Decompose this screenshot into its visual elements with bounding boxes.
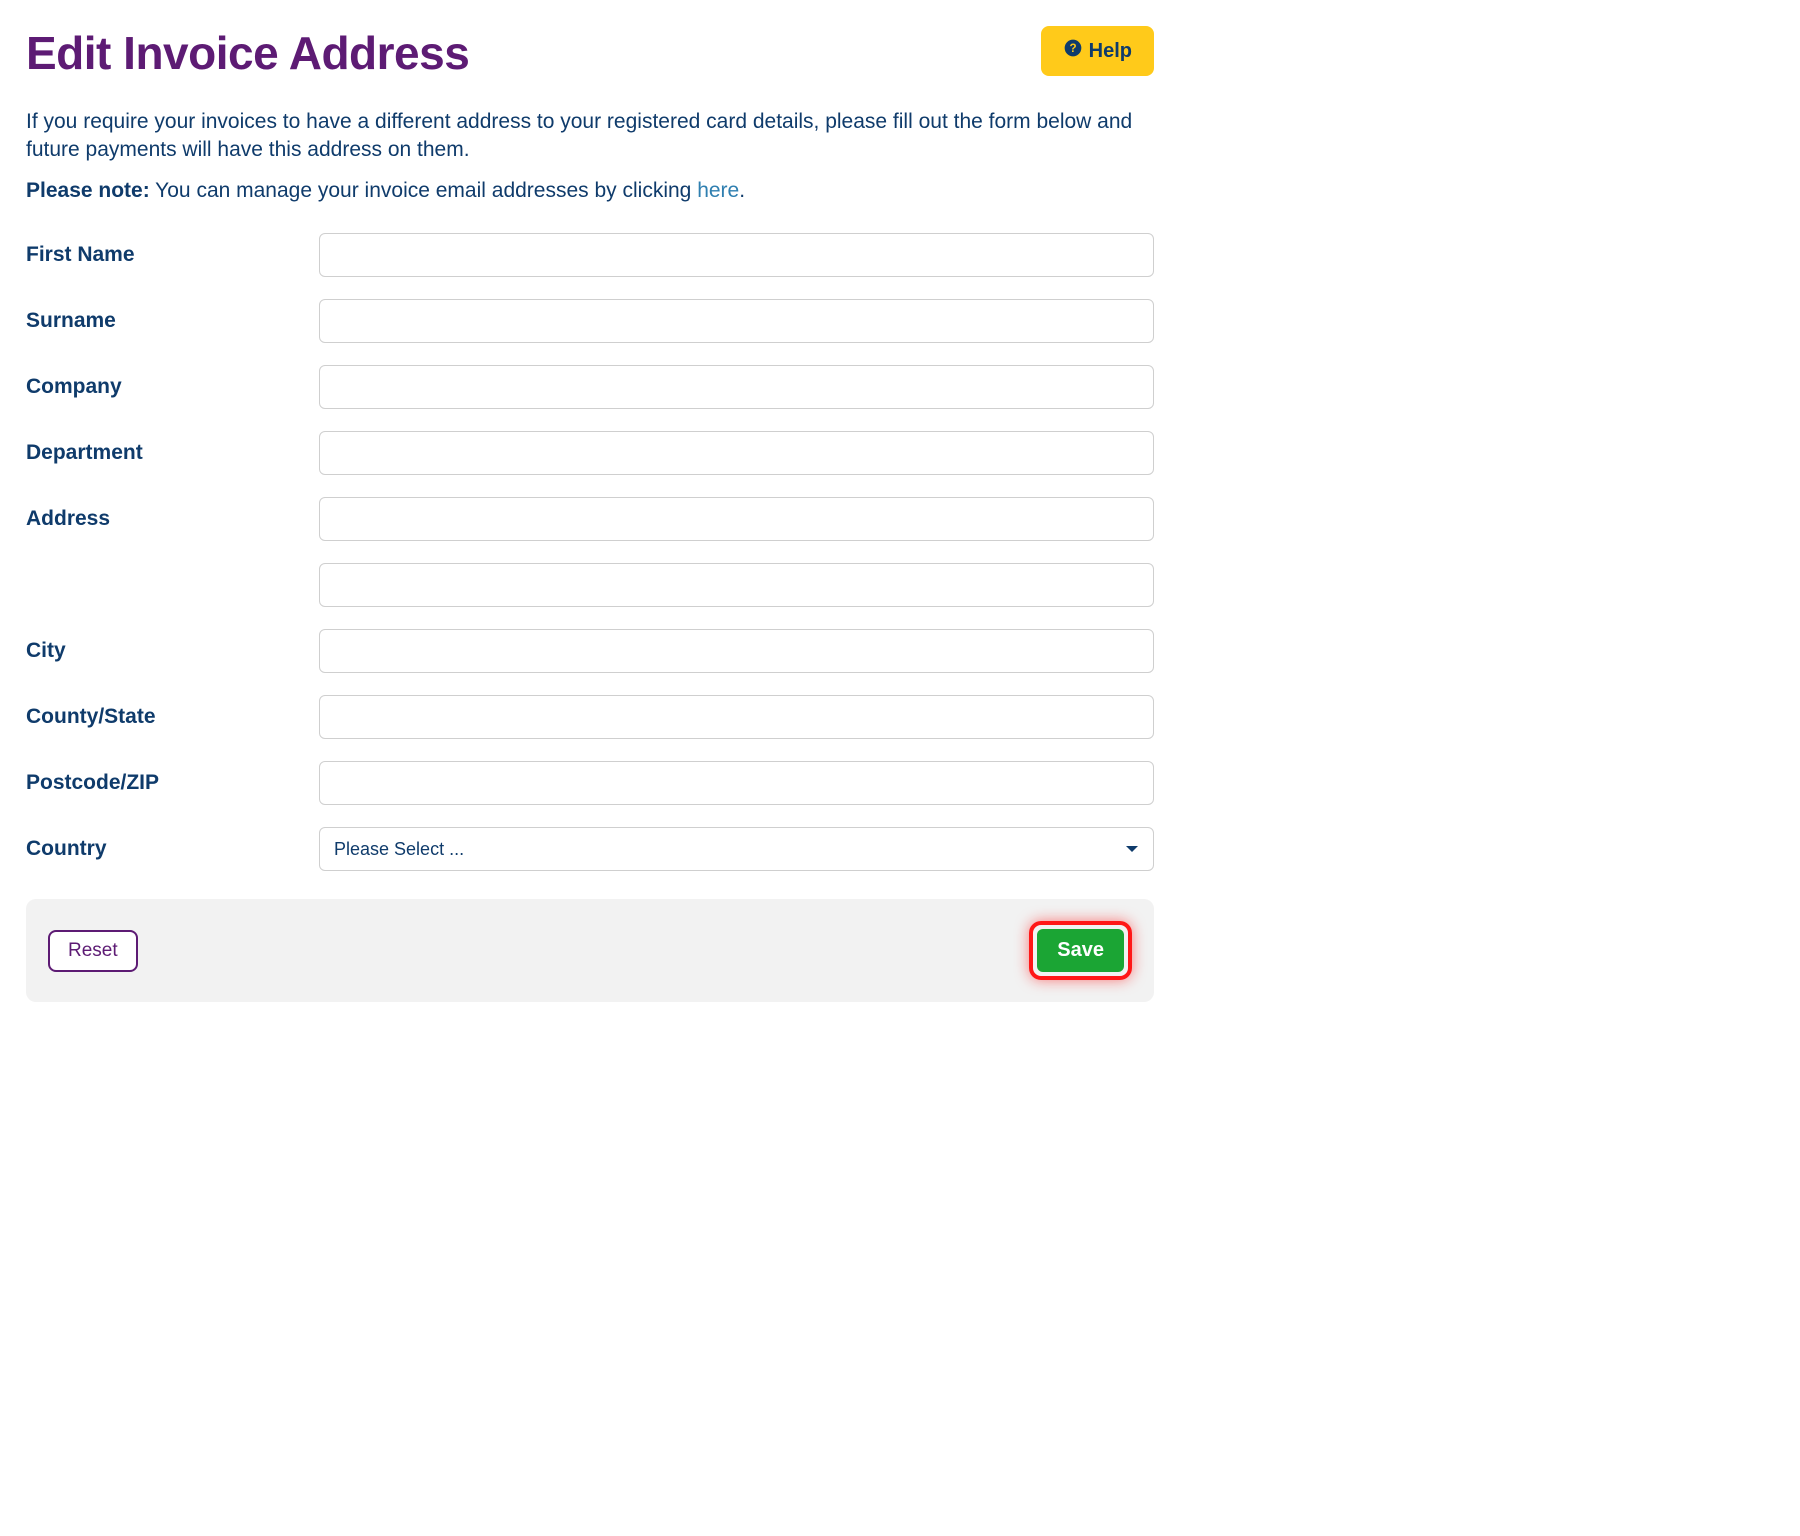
city-label: City (26, 629, 319, 663)
svg-text:?: ? (1069, 42, 1076, 55)
save-button[interactable]: Save (1037, 929, 1124, 972)
company-label: Company (26, 365, 319, 399)
intro-text: If you require your invoices to have a d… (26, 108, 1154, 165)
first-name-field[interactable] (319, 233, 1154, 277)
reset-button[interactable]: Reset (48, 930, 138, 972)
county-label: County/State (26, 695, 319, 729)
save-button-highlight: Save (1029, 921, 1132, 980)
surname-field[interactable] (319, 299, 1154, 343)
first-name-label: First Name (26, 233, 319, 267)
address-line1-field[interactable] (319, 497, 1154, 541)
button-bar: Reset Save (26, 899, 1154, 1002)
note-prefix: Please note: (26, 179, 150, 202)
company-field[interactable] (319, 365, 1154, 409)
postcode-label: Postcode/ZIP (26, 761, 319, 795)
department-label: Department (26, 431, 319, 465)
help-button-label: Help (1089, 40, 1132, 63)
note-suffix: . (739, 179, 745, 202)
invoice-address-form: First Name Surname Company Department Ad… (26, 233, 1154, 893)
note-body: You can manage your invoice email addres… (150, 179, 697, 202)
help-icon: ? (1063, 38, 1083, 64)
note-text: Please note: You can manage your invoice… (26, 177, 1154, 205)
address-label: Address (26, 497, 319, 531)
county-state-field[interactable] (319, 695, 1154, 739)
city-field[interactable] (319, 629, 1154, 673)
department-field[interactable] (319, 431, 1154, 475)
country-select[interactable]: Please Select ... (319, 827, 1154, 871)
note-link-here[interactable]: here (697, 179, 739, 202)
page-title: Edit Invoice Address (26, 26, 469, 80)
country-label: Country (26, 827, 319, 861)
help-button[interactable]: ? Help (1041, 26, 1154, 76)
address-line2-field[interactable] (319, 563, 1154, 607)
address2-label (26, 563, 319, 573)
postcode-zip-field[interactable] (319, 761, 1154, 805)
surname-label: Surname (26, 299, 319, 333)
